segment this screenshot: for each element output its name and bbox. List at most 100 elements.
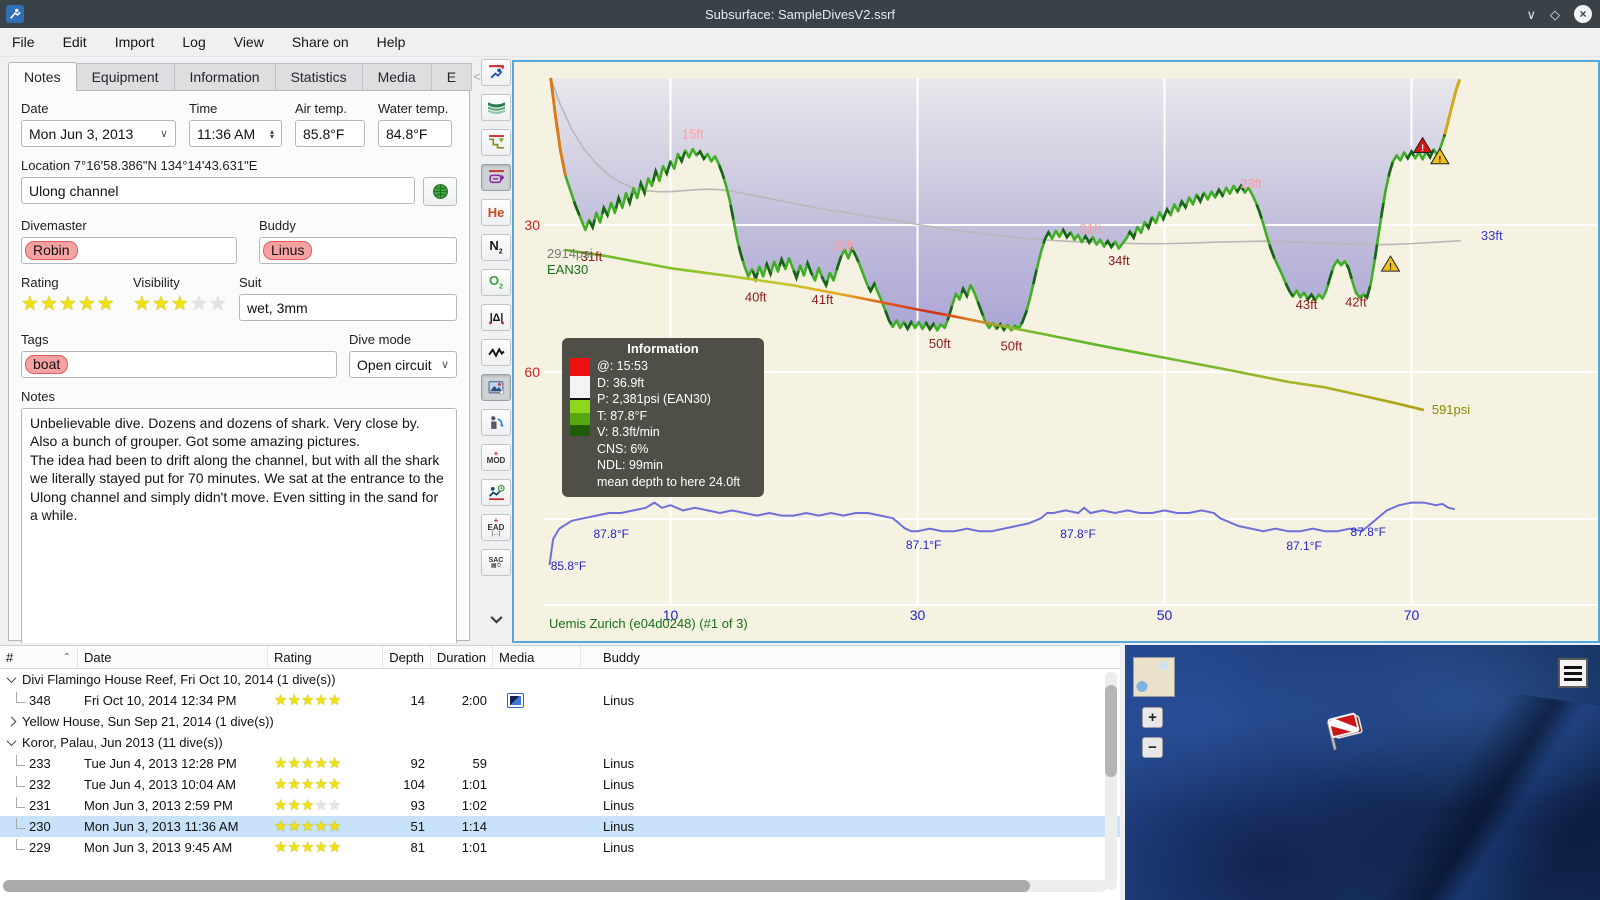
scrollbar-thumb[interactable]	[3, 880, 1030, 892]
tree-branch-icon	[16, 797, 25, 808]
svg-text:30: 30	[524, 217, 540, 233]
time-label: Time	[189, 101, 218, 116]
location-input[interactable]: Ulong channel	[21, 177, 415, 204]
menu-item-import[interactable]: Import	[115, 34, 155, 50]
toolbar-ead-button[interactable]: + EAD (...)	[481, 514, 511, 541]
menu-item-help[interactable]: Help	[377, 34, 406, 50]
dive-site-map[interactable]: + −	[1125, 645, 1600, 900]
star-icon: ★	[300, 818, 315, 835]
overview-map-toggle[interactable]	[1133, 657, 1175, 697]
star-icon: ★	[274, 818, 288, 835]
horizontal-scrollbar[interactable]	[3, 880, 1107, 892]
tab-equipment[interactable]: Equipment	[75, 63, 175, 91]
toolbar-scroll-down-icon[interactable]	[481, 606, 511, 633]
toolbar-pp-nitrogen-button[interactable]: N2	[481, 234, 511, 261]
dive-flag-marker[interactable]	[1320, 707, 1372, 759]
expand-icon[interactable]	[6, 716, 17, 727]
star-icon: ★	[287, 839, 301, 856]
dive-row[interactable]: 233 Tue Jun 4, 2013 12:28 PM ★★★★★ 92 59 Linu…	[0, 753, 1120, 774]
svg-text:87.8°F: 87.8°F	[1351, 525, 1386, 539]
notes-label: Notes	[21, 389, 55, 404]
menu-item-share-on[interactable]: Share on	[292, 34, 349, 50]
column-header-buddy[interactable]: Buddy	[581, 646, 1120, 668]
maximize-button[interactable]: ◇	[1550, 8, 1560, 21]
tab-information[interactable]: Information	[173, 63, 276, 91]
map-zoom-out-button[interactable]: −	[1142, 737, 1163, 758]
dive-row[interactable]: 230 Mon Jun 3, 2013 11:36 AM ★★★★★ 51 1:14 Li…	[0, 816, 1120, 837]
time-spinbox[interactable]: 11:36 AM ▴ ▾	[189, 120, 282, 147]
tab-notes[interactable]: Notes	[8, 62, 77, 91]
column-header-num[interactable]: # ⌃	[0, 646, 78, 668]
dive-profile-chart[interactable]: 30 60 10 30 50 70 31ft 15ft 40ft 41ft 35ft 50ft 50ft…	[512, 60, 1600, 643]
scrollbar-thumb[interactable]	[1105, 685, 1117, 777]
divemaster-input[interactable]: Robin	[21, 237, 237, 264]
tab-media[interactable]: Media	[361, 63, 432, 91]
dive-trip-row[interactable]: Divi Flamingo House Reef, Fri Oct 10, 20…	[0, 669, 1120, 690]
rating-stars[interactable]: ★★★★★	[21, 294, 119, 314]
media-thumbnail-icon[interactable]	[507, 693, 524, 708]
column-header-media[interactable]: Media	[493, 646, 581, 668]
dive-trip-row[interactable]: Yellow House, Sun Sep 21, 2014 (1 dive(s…	[0, 711, 1120, 732]
dive-row[interactable]: 232 Tue Jun 4, 2013 10:04 AM ★★★★★ 104 1:01 L…	[0, 774, 1120, 795]
collapse-icon[interactable]	[6, 673, 17, 684]
air-temp-field[interactable]: 85.8°F	[295, 120, 365, 147]
tab-e[interactable]: E	[430, 63, 473, 91]
star-icon: ★	[274, 755, 288, 772]
star-icon: ★	[58, 293, 78, 315]
dive-mode-select[interactable]: Open circuit ∨	[349, 351, 457, 378]
dive-date: Tue Jun 4, 2013 10:04 AM	[84, 777, 237, 792]
tags-input[interactable]: boat	[21, 351, 337, 378]
globe-button[interactable]	[423, 177, 457, 206]
toolbar-gradient-factor-icon[interactable]	[481, 94, 511, 121]
toolbar-sac-button[interactable]: SAC ▦⏱	[481, 549, 511, 576]
map-menu-button[interactable]	[1558, 658, 1588, 688]
toolbar-pp-oxygen-button[interactable]: O2	[481, 269, 511, 296]
dive-row[interactable]: 348 Fri Oct 10, 2014 12:34 PM ★★★★★ 14 2:00 L…	[0, 690, 1120, 711]
toolbar-photos-icon[interactable]	[481, 374, 511, 401]
svg-text:41ft: 41ft	[812, 292, 834, 307]
map-zoom-in-button[interactable]: +	[1142, 707, 1163, 728]
minimize-button[interactable]: ∨	[1526, 8, 1536, 21]
tab-statistics[interactable]: Statistics	[274, 63, 363, 91]
column-header-depth[interactable]: Depth	[383, 646, 431, 668]
tree-branch-icon	[16, 692, 25, 703]
buddy-tag[interactable]: Linus	[263, 241, 313, 260]
suit-input[interactable]: wet, 3mm	[239, 294, 457, 321]
vertical-scrollbar[interactable]	[1105, 672, 1117, 890]
toolbar-mod-button[interactable]: + MOD	[481, 444, 511, 471]
column-header-duration[interactable]: Duration	[431, 646, 493, 668]
menu-item-log[interactable]: Log	[182, 34, 205, 50]
toolbar-tank-bar-icon[interactable]	[481, 164, 511, 191]
date-combobox[interactable]: Mon Jun 3, 2013 ∨	[21, 120, 176, 147]
dive-row[interactable]: 229 Mon Jun 3, 2013 9:45 AM ★★★★★ 81 1:01 Lin…	[0, 837, 1120, 858]
tag-chip[interactable]: boat	[25, 355, 69, 374]
spinner-arrows-icon[interactable]: ▴ ▾	[264, 127, 274, 140]
star-icon: ★	[314, 797, 328, 814]
close-button[interactable]: ×	[1574, 5, 1592, 23]
water-temp-field[interactable]: 84.8°F	[378, 120, 452, 147]
dive-row[interactable]: 231 Mon Jun 3, 2013 2:59 PM ★★★★★ 93 1:02 Lin…	[0, 795, 1120, 816]
menu-item-edit[interactable]: Edit	[63, 34, 87, 50]
buddy-input[interactable]: Linus	[259, 237, 457, 264]
toolbar-tissues-icon[interactable]	[481, 409, 511, 436]
toolbar-deco-time-icon[interactable]	[481, 479, 511, 506]
toolbar-pp-helium-button[interactable]: He	[481, 199, 511, 226]
collapse-icon[interactable]	[6, 736, 17, 747]
toolbar-dc-ceiling-icon[interactable]: |Δ|	[481, 304, 511, 331]
toolbar-ascent-rate-icon[interactable]	[481, 59, 511, 86]
tissue-bar-icon	[570, 358, 590, 490]
menu-item-file[interactable]: File	[12, 34, 35, 50]
column-header-rating[interactable]: Rating	[268, 646, 383, 668]
tree-branch-icon	[16, 818, 25, 829]
toolbar-heart-rate-icon[interactable]	[481, 339, 511, 366]
divemaster-tag[interactable]: Robin	[25, 241, 78, 260]
star-icon: ★	[327, 692, 342, 709]
dive-duration: 2:00	[461, 693, 487, 708]
toolbar-calculated-ceiling-icon[interactable]	[481, 129, 511, 156]
menu-item-view[interactable]: View	[234, 34, 264, 50]
notes-textarea[interactable]: Unbelievable dive. Dozens and dozens of …	[21, 408, 457, 646]
visibility-stars[interactable]: ★★★★★	[133, 294, 227, 314]
dive-trip-row[interactable]: Koror, Palau, Jun 2013 (11 dive(s))	[0, 732, 1120, 753]
column-header-date[interactable]: Date	[78, 646, 268, 668]
dive-rating-stars: ★★★★★	[274, 776, 341, 793]
